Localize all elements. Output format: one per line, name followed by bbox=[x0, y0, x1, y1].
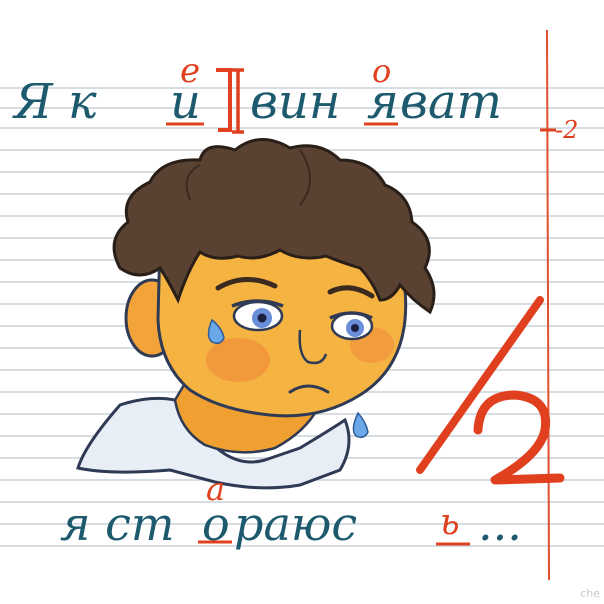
line2-middle: раюс bbox=[234, 497, 357, 551]
line1-bracket-left bbox=[216, 68, 232, 132]
line1-correction: е bbox=[180, 51, 200, 91]
sentence-line-1: Я к и е вин я о ват -2 bbox=[12, 51, 578, 144]
line1-correction-2: о bbox=[372, 52, 391, 90]
grade-text: /2 bbox=[0, 0, 1, 1]
line1-middle: вин bbox=[250, 74, 340, 130]
line2-added-letter: ь bbox=[440, 502, 460, 543]
line1-start: Я к bbox=[12, 74, 97, 130]
cheek-left bbox=[206, 338, 270, 382]
watermark: che bbox=[580, 587, 600, 600]
line2-start: я ст bbox=[60, 497, 174, 551]
margin-line bbox=[546, 29, 550, 581]
line1-bracket-right bbox=[232, 68, 244, 134]
line2-correction: а bbox=[206, 470, 225, 508]
pupil-left bbox=[257, 313, 267, 323]
notebook-page: Я к и е вин я о ват -2 /2 я ст о а раюс … bbox=[0, 0, 604, 581]
margin-mark: -2 bbox=[555, 116, 578, 144]
tear-drop-icon bbox=[352, 411, 369, 439]
pupil-right bbox=[351, 324, 359, 332]
line2-ellipsis: ... bbox=[478, 497, 522, 551]
line1-end: ват bbox=[400, 74, 502, 130]
notebook-illustration: Я к и е вин я о ват -2 /2 я ст о а раюс … bbox=[0, 0, 604, 604]
